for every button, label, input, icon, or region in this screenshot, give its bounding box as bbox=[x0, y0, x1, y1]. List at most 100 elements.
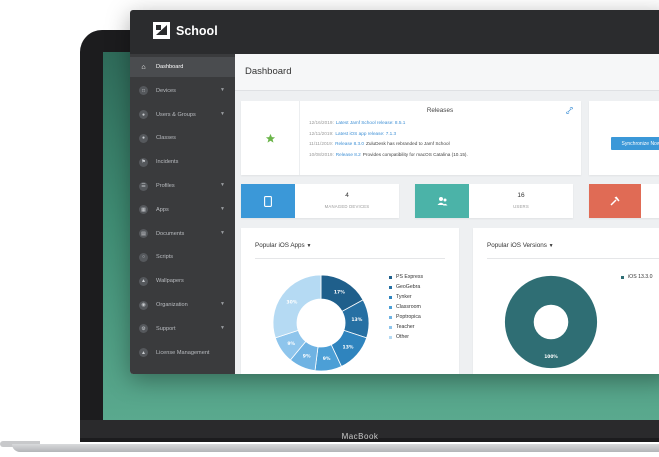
legend-label: Teacher bbox=[396, 324, 415, 330]
sidebar-item-label: License Management bbox=[156, 349, 210, 356]
versions-legend: iOS 13.3.0 bbox=[621, 272, 653, 282]
stat-card-incidents[interactable] bbox=[589, 184, 659, 218]
page-header: Dashboard bbox=[235, 54, 659, 91]
caret-down-icon: ▼ bbox=[548, 243, 554, 249]
release-text: Provides compatibility for macOS Catalin… bbox=[362, 151, 468, 157]
app-logo[interactable]: School bbox=[153, 22, 218, 39]
stat-card-users[interactable]: 16 USERS bbox=[415, 184, 573, 218]
legend-label: Classroom bbox=[396, 304, 421, 310]
versions-donut-chart: 100% bbox=[504, 275, 598, 369]
releases-star-area bbox=[241, 101, 300, 175]
sidebar-item-label: Scripts bbox=[156, 254, 174, 261]
panel-title-text: Popular iOS Apps bbox=[255, 242, 305, 249]
apps-donut-chart: 17% 13% 13% 9% 9% 9% 30% bbox=[272, 274, 370, 372]
chevron-down-icon: ▼ bbox=[220, 182, 225, 188]
top-bar: School bbox=[130, 10, 659, 54]
sidebar-icon: □ bbox=[139, 86, 148, 96]
sidebar-item-incidents[interactable]: ⚑ Incidents bbox=[130, 152, 235, 172]
popular-apps-panel: Popular iOS Apps ▼ 17% 13% 13% 9% 9% 9% 30% PS… bbox=[241, 228, 459, 374]
sidebar-item-devices[interactable]: □ Devices ▼ bbox=[130, 81, 235, 101]
popular-apps-title[interactable]: Popular iOS Apps ▼ bbox=[255, 242, 311, 249]
sidebar-item-label: Apps bbox=[156, 206, 169, 213]
synchronize-button[interactable]: Synchronize Now bbox=[611, 137, 659, 150]
page-title: Dashboard bbox=[245, 66, 292, 77]
legend-entry[interactable]: Teacher bbox=[389, 322, 423, 332]
legend-label: GeoGebra bbox=[396, 284, 421, 290]
sidebar-item-label: Devices bbox=[156, 87, 176, 94]
legend-entry[interactable]: GeoGebra bbox=[389, 282, 423, 292]
sidebar-item-users-groups[interactable]: ● Users & Groups ▼ bbox=[130, 105, 235, 125]
slice-label: 9% bbox=[287, 341, 295, 347]
sidebar-icon: ▤ bbox=[139, 229, 148, 239]
release-item: 10/08/2019: Release 8.2 Provides compatibi… bbox=[309, 152, 468, 157]
legend-entry[interactable]: Other bbox=[389, 332, 423, 342]
sidebar-icon: ◉ bbox=[139, 300, 148, 310]
release-link[interactable]: Latest iOS app release: 7.1.3 bbox=[335, 131, 396, 136]
app-name: School bbox=[176, 23, 218, 38]
stat-card-devices[interactable]: 4 MANAGED DEVICES bbox=[241, 184, 399, 218]
stat-icon-box bbox=[589, 184, 641, 218]
sidebar-icon: ▦ bbox=[139, 205, 148, 215]
chevron-down-icon: ▼ bbox=[220, 205, 225, 212]
legend-entry[interactable]: Classroom bbox=[389, 302, 423, 312]
school-logo-icon bbox=[153, 22, 170, 39]
release-date: 12/16/2019: bbox=[309, 120, 334, 125]
legend-label: iOS 13.3.0 bbox=[628, 274, 653, 280]
sidebar-item-scripts[interactable]: ○ Scripts bbox=[130, 247, 235, 267]
sidebar-icon: ☰ bbox=[139, 181, 148, 191]
sidebar-item-profiles[interactable]: ☰ Profiles ▼ bbox=[130, 176, 235, 196]
legend-label: PS Express bbox=[396, 274, 424, 280]
star-icon bbox=[265, 133, 275, 143]
sidebar-icon: ⚙ bbox=[139, 324, 148, 334]
sidebar-icon: ○ bbox=[139, 252, 148, 262]
sidebar-item-label: Wallpapers bbox=[156, 278, 184, 285]
slice-label: 9% bbox=[303, 354, 311, 360]
sidebar-item-support[interactable]: ⚙ Support ▼ bbox=[130, 319, 235, 339]
sidebar-item-license-management[interactable]: ▲ License Management bbox=[130, 343, 235, 363]
sync-card: Synchronize Now bbox=[589, 101, 659, 175]
popular-versions-title[interactable]: Popular iOS Versions ▼ bbox=[487, 242, 554, 249]
app-window: School ⌂ Dashboard □ Devices ▼ ● Users & Group… bbox=[130, 10, 659, 374]
tablet-icon bbox=[264, 195, 272, 207]
release-date: 10/08/2019: bbox=[309, 151, 334, 157]
slice-label: 13% bbox=[343, 344, 354, 350]
sidebar-item-label: Documents bbox=[156, 230, 185, 237]
sidebar-icon: ● bbox=[139, 133, 148, 143]
legend-swatch bbox=[389, 315, 392, 319]
legend-entry[interactable]: Tynker bbox=[389, 292, 423, 302]
sidebar-item-wallpapers[interactable]: ▲ Wallpapers bbox=[130, 271, 235, 291]
panel-title-text: Popular iOS Versions bbox=[487, 242, 547, 249]
chevron-down-icon: ▼ bbox=[220, 86, 225, 93]
legend-entry[interactable]: iOS 13.3.0 bbox=[621, 272, 653, 282]
divider bbox=[487, 258, 659, 259]
releases-card: Releases 12/16/2019: Latest Jamf School r… bbox=[241, 101, 581, 175]
release-link[interactable]: Release 8.2 bbox=[336, 152, 361, 157]
legend-swatch bbox=[389, 295, 392, 299]
stat-count: 16 bbox=[517, 192, 525, 199]
sidebar-item-organization[interactable]: ◉ Organization ▼ bbox=[130, 295, 235, 315]
release-text: ZuluDesk has rebranded to Jamf School bbox=[366, 141, 450, 146]
laptop-base bbox=[0, 438, 659, 457]
sidebar-icon: ⚑ bbox=[139, 157, 148, 167]
sidebar-item-documents[interactable]: ▤ Documents ▼ bbox=[130, 224, 235, 244]
sidebar-icon: ● bbox=[139, 110, 148, 120]
release-date: 11/11/2019: bbox=[309, 141, 334, 146]
caret-down-icon: ▼ bbox=[306, 243, 312, 249]
sidebar-item-dashboard[interactable]: ⌂ Dashboard bbox=[130, 57, 235, 77]
sidebar-item-classes[interactable]: ● Classes bbox=[130, 128, 235, 148]
link-icon[interactable] bbox=[566, 107, 573, 114]
release-item: 11/11/2019: Release 8.3.0 ZuluDesk has reb… bbox=[309, 141, 450, 146]
legend-swatch bbox=[389, 325, 392, 329]
hammer-icon bbox=[610, 196, 620, 206]
legend-label: Other bbox=[396, 334, 409, 340]
release-item: 12/16/2019: Latest Jamf School release: 8… bbox=[309, 120, 407, 125]
legend-entry[interactable]: PS Express bbox=[389, 272, 423, 282]
release-link[interactable]: Release 8.3.0 bbox=[335, 141, 364, 146]
legend-swatch bbox=[389, 335, 392, 339]
legend-swatch bbox=[389, 305, 392, 309]
legend-entry[interactable]: Poptropica bbox=[389, 312, 423, 322]
sidebar-item-apps[interactable]: ▦ Apps ▼ bbox=[130, 200, 235, 220]
sidebar-item-label: Incidents bbox=[156, 159, 179, 166]
donut-slice[interactable] bbox=[272, 274, 322, 339]
release-link[interactable]: Latest Jamf School release: 8.5.1 bbox=[336, 120, 406, 125]
